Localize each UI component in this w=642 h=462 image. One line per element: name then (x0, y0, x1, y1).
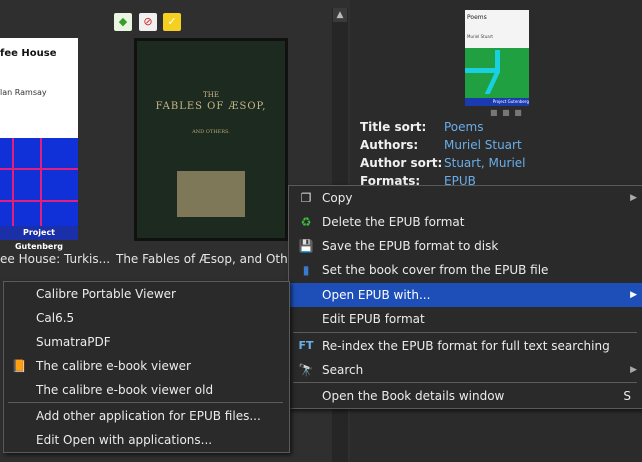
epub-format-icon: ◆ (114, 13, 132, 31)
book-caption-2[interactable]: The Fables of Æsop, and Other (116, 252, 300, 266)
cover-subtitle: AND OTHERS. (192, 129, 230, 135)
submenu-item-edit-applications[interactable]: Edit Open with applications... (4, 428, 289, 452)
menu-item-label: Calibre Portable Viewer (36, 287, 176, 301)
scroll-up-arrow-icon[interactable]: ▲ (333, 8, 347, 22)
floppy-icon: 💾 (298, 239, 314, 253)
menu-separator (8, 402, 283, 403)
field-label-author-sort: Author sort: (360, 156, 443, 170)
menu-item-open-with[interactable]: Open EPUB with... ▶ (289, 283, 642, 307)
menu-item-label: Add other application for EPUB files... (36, 409, 261, 423)
menu-item-label: The calibre e-book viewer (36, 359, 191, 373)
menu-item-label: Edit EPUB format (322, 312, 425, 326)
menu-item-label: Save the EPUB format to disk (322, 239, 499, 253)
book-cover-icon: ▮ (302, 263, 310, 277)
details-cover-publisher: Project Gutenberg (465, 98, 529, 106)
menu-item-label: Set the book cover from the EPUB file (322, 263, 549, 277)
menu-item-label: Delete the EPUB format (322, 215, 465, 229)
cover-title-small: THE (203, 91, 219, 99)
field-value-authors[interactable]: Muriel Stuart (444, 138, 522, 152)
menu-item-label: Open the Book details window (322, 389, 505, 403)
checkmark-icon: ✓ (163, 13, 181, 31)
cover-publisher: Project Gutenberg (0, 226, 78, 251)
splitter-handle[interactable]: ■ ■ ■ (490, 108, 523, 117)
menu-item-label: Open EPUB with... (322, 288, 431, 302)
menu-item-label: SumatraPDF (36, 335, 111, 349)
format-context-menu: ❐ Copy ▶ ♻ Delete the EPUB format 💾 Save… (288, 185, 642, 409)
submenu-item-sumatrapdf[interactable]: SumatraPDF (4, 330, 289, 354)
submenu-arrow-icon: ▶ (630, 290, 637, 300)
menu-item-label: The calibre e-book viewer old (36, 383, 214, 397)
menu-item-edit-format[interactable]: Edit EPUB format (289, 307, 642, 331)
book-cover-1[interactable]: fee House lan Ramsay Project Gutenberg (0, 38, 78, 251)
submenu-item-calibre-viewer-old[interactable]: The calibre e-book viewer old (4, 378, 289, 402)
menu-item-set-cover[interactable]: ▮ Set the book cover from the EPUB file (289, 258, 642, 282)
cover-illustration (177, 171, 245, 217)
menu-item-label: Search (322, 363, 364, 377)
ft-icon: FT (298, 339, 314, 352)
menu-separator (293, 332, 637, 333)
shortcut-key: S (623, 389, 631, 403)
menu-item-label: Edit Open with applications... (36, 433, 213, 447)
details-cover-author: Muriel Stuart (467, 34, 493, 39)
submenu-arrow-icon: ▶ (630, 365, 637, 375)
cover-title: FABLES OF ÆSOP, (155, 101, 267, 112)
viewer-icon: 📙 (11, 359, 27, 373)
recycle-icon: ♻ (300, 215, 312, 229)
binoculars-icon: 🔭 (298, 363, 314, 377)
no-entry-icon: ⊘ (139, 13, 157, 31)
field-label-authors: Authors: (360, 138, 419, 152)
book-cover-2[interactable]: THE FABLES OF ÆSOP, AND OTHERS. (134, 38, 288, 241)
menu-item-label: Re-index the EPUB format for full text s… (322, 339, 610, 353)
submenu-arrow-icon: ▶ (630, 193, 637, 203)
menu-item-delete-format[interactable]: ♻ Delete the EPUB format (289, 210, 642, 234)
cover-art (0, 138, 78, 240)
menu-item-reindex[interactable]: FT Re-index the EPUB format for full tex… (289, 334, 642, 358)
details-cover-title: Poems (467, 14, 487, 21)
field-value-author-sort[interactable]: Stuart, Muriel (444, 156, 526, 170)
menu-separator (293, 382, 637, 383)
details-cover[interactable]: Poems Muriel Stuart Project Gutenberg (465, 10, 529, 106)
submenu-item-calibre-portable-viewer[interactable]: Calibre Portable Viewer (4, 282, 289, 306)
field-value-title-sort[interactable]: Poems (444, 120, 483, 134)
book-caption-1[interactable]: ee House: Turkis... (0, 252, 110, 266)
field-label-title-sort: Title sort: (360, 120, 427, 134)
menu-item-copy[interactable]: ❐ Copy ▶ (289, 186, 642, 210)
submenu-item-cal65[interactable]: Cal6.5 (4, 306, 289, 330)
menu-item-label: Copy (322, 191, 353, 205)
menu-item-book-details[interactable]: Open the Book details window S (289, 384, 642, 408)
cover-author: lan Ramsay (0, 88, 47, 97)
menu-item-save-format[interactable]: 💾 Save the EPUB format to disk (289, 234, 642, 258)
submenu-item-calibre-viewer[interactable]: 📙 The calibre e-book viewer (4, 354, 289, 378)
copy-icon: ❐ (300, 191, 312, 205)
menu-item-label: Cal6.5 (36, 311, 75, 325)
cover-title: fee House (0, 48, 57, 59)
submenu-item-add-application[interactable]: Add other application for EPUB files... (4, 404, 289, 428)
open-with-submenu: Calibre Portable Viewer Cal6.5 SumatraPD… (3, 281, 290, 453)
menu-item-search[interactable]: 🔭 Search ▶ (289, 358, 642, 382)
